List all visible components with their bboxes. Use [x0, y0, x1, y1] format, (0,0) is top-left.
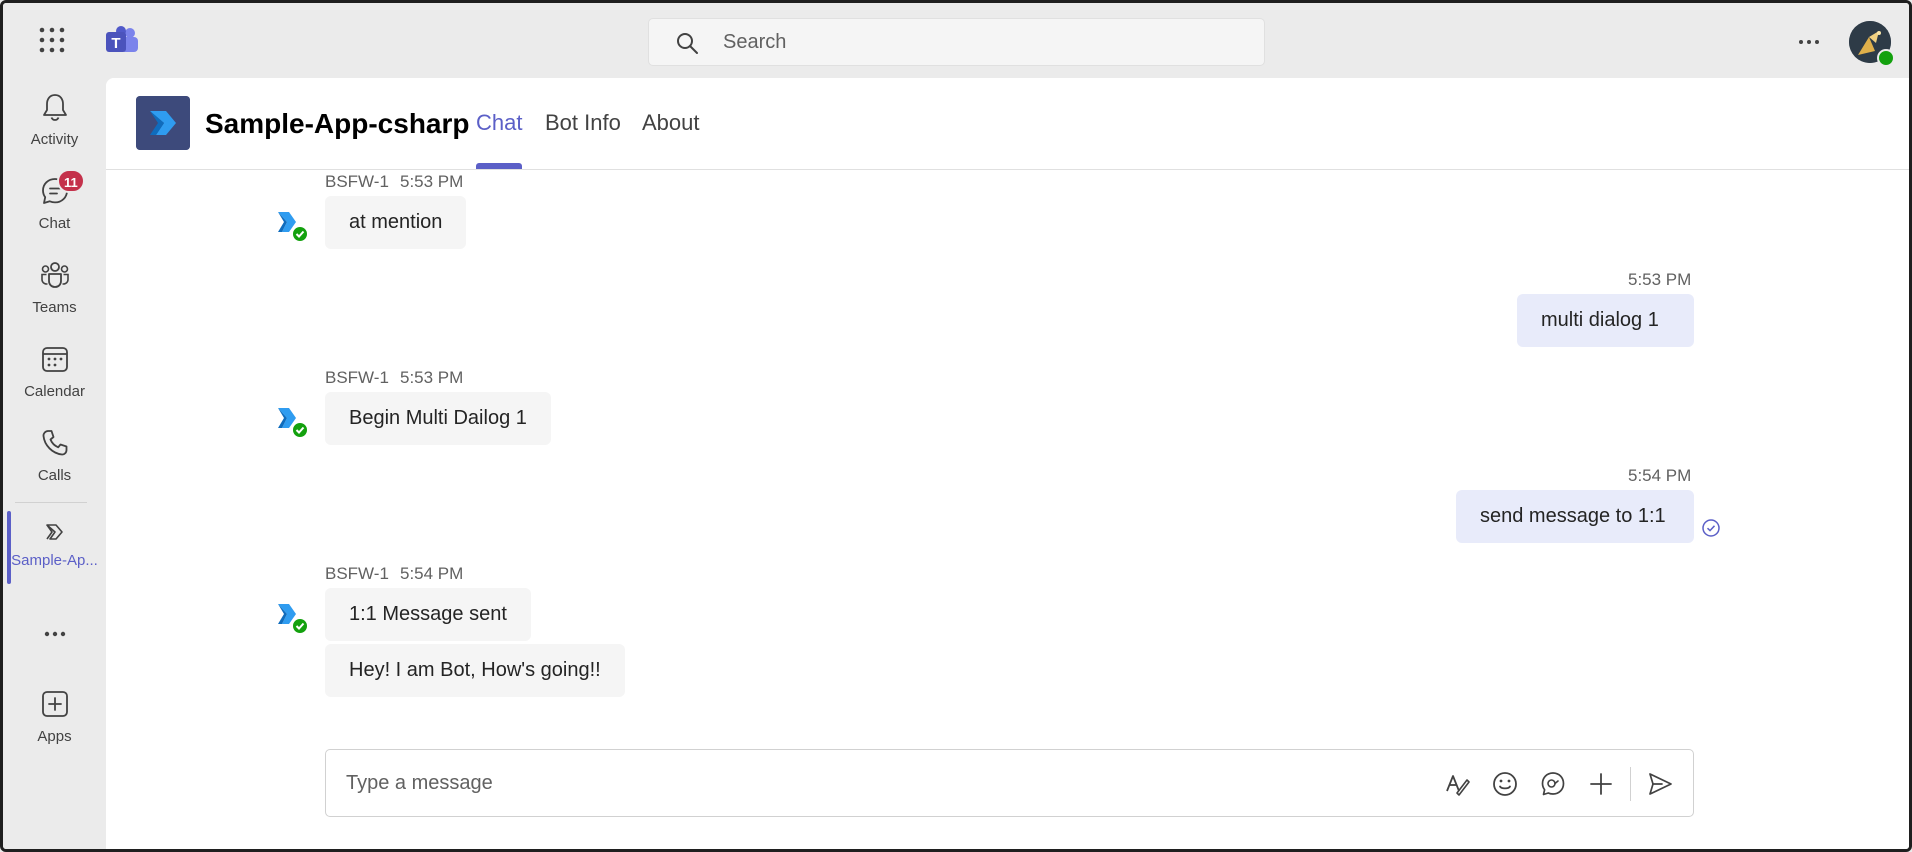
message-bubble[interactable]: Begin Multi Dailog 1	[325, 392, 551, 445]
message-sender: BSFW-1	[325, 564, 389, 583]
rail-item-sample-app[interactable]: Sample-Ap...	[3, 520, 106, 600]
calendar-icon	[42, 347, 68, 372]
presence-available-icon	[1877, 49, 1895, 67]
search-box[interactable]	[648, 18, 1265, 66]
rail-item-label: Chat	[38, 215, 71, 232]
rail-item-calls[interactable]: Calls	[3, 427, 106, 507]
message-sender: BSFW-1	[325, 172, 389, 191]
rail-item-label: Apps	[37, 728, 72, 745]
message-bubble[interactable]: multi dialog 1	[1517, 294, 1694, 347]
rail-item-label: Teams	[32, 299, 77, 316]
message-time: 5:53 PM	[1628, 270, 1692, 289]
rail-item-apps[interactable]: Apps	[3, 688, 106, 768]
rail-item-label: Calls	[37, 467, 72, 484]
message-bubble[interactable]: send message to 1:1	[1456, 490, 1694, 543]
phone-icon	[42, 430, 68, 456]
rail-item-chat[interactable]: 11 Chat	[3, 169, 106, 255]
rail-item-teams[interactable]: Teams	[3, 259, 106, 339]
bell-icon	[43, 94, 67, 121]
search-input[interactable]	[723, 19, 1243, 65]
rail-item-calendar[interactable]: Calendar	[3, 343, 106, 423]
app-launcher-icon[interactable]	[39, 27, 65, 53]
rail-item-activity[interactable]: Activity	[3, 91, 106, 171]
rail-divider	[15, 502, 87, 503]
rail-item-label: Calendar	[24, 383, 85, 400]
message-composer	[325, 749, 1694, 817]
teams-icon	[41, 262, 69, 288]
app-bar: Activity 11 Chat Teams Calendar Calls Sa…	[3, 78, 106, 849]
search-icon	[677, 33, 698, 54]
message-time: 5:54 PM	[400, 564, 464, 583]
message-sender: BSFW-1	[325, 368, 389, 387]
message-bubble[interactable]: 1:1 Message sent	[325, 588, 531, 641]
avatar[interactable]	[1849, 21, 1895, 67]
more-icon	[44, 631, 66, 637]
more-options-icon[interactable]	[1791, 27, 1827, 57]
format-icon[interactable]	[1444, 771, 1470, 797]
message-time: 5:54 PM	[1628, 466, 1692, 485]
emoji-icon[interactable]	[1492, 771, 1518, 797]
message-time: 5:53 PM	[400, 172, 464, 191]
page-title: Sample-App-csharp	[205, 108, 470, 139]
rail-item-label: Activity	[30, 131, 79, 148]
tab-about[interactable]: About	[642, 110, 700, 136]
top-bar: T	[3, 3, 1909, 78]
message-bubble[interactable]: Hey! I am Bot, How's going!!	[325, 644, 625, 697]
main-pane: Sample-App-csharp Chat Bot Info About BS…	[106, 78, 1909, 849]
app-logo-icon	[136, 96, 190, 150]
attach-plus-icon[interactable]	[1588, 771, 1614, 797]
bot-avatar-icon	[278, 408, 308, 439]
add-app-icon	[42, 691, 68, 717]
chat-header: Sample-App-csharp Chat Bot Info About	[106, 78, 1909, 170]
message-bubble[interactable]: at mention	[325, 196, 467, 249]
loop-icon[interactable]	[1540, 771, 1566, 797]
send-icon[interactable]	[1647, 771, 1673, 797]
message-time: 5:53 PM	[400, 368, 464, 387]
bot-avatar-icon	[278, 212, 308, 243]
bot-avatar-icon	[278, 604, 308, 635]
tab-chat[interactable]: Chat	[476, 110, 522, 136]
tab-bot-info[interactable]: Bot Info	[545, 110, 621, 136]
rail-item-label: Sample-Ap...	[11, 552, 98, 569]
active-tab-indicator	[476, 163, 522, 169]
unread-badge: 11	[57, 169, 85, 193]
teams-window: T Acti	[0, 0, 1912, 852]
rail-item-more-apps[interactable]	[3, 618, 106, 648]
teams-logo-icon: T	[106, 26, 138, 52]
composer-divider	[1630, 767, 1631, 801]
seen-check-icon	[1702, 519, 1720, 537]
message-input[interactable]	[346, 750, 1346, 816]
svg-text:T: T	[111, 35, 120, 52]
sample-app-icon	[46, 524, 63, 540]
